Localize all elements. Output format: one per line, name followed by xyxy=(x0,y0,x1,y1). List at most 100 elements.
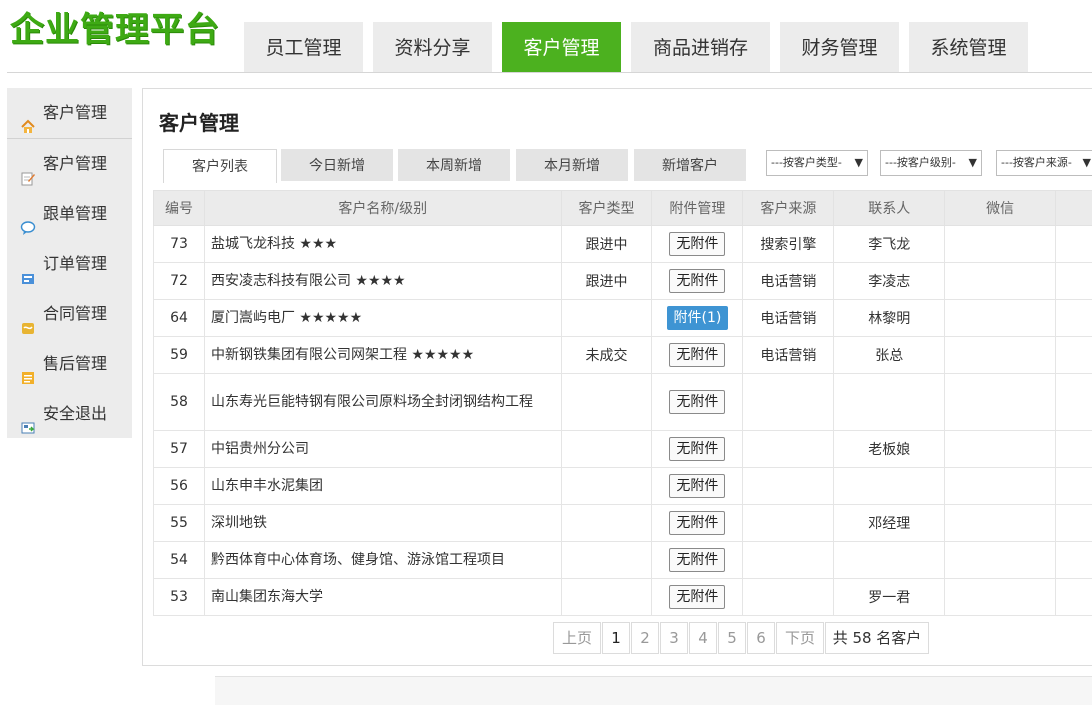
cell-contact: 张总 xyxy=(833,336,946,374)
cell-contact xyxy=(833,373,946,431)
logout-icon xyxy=(20,406,36,434)
sidebar-item-aftersales[interactable]: 售后管理 xyxy=(7,339,132,389)
cell-contact: 罗一君 xyxy=(833,578,946,616)
cell-attach: 无附件 xyxy=(651,225,744,263)
sidebar-item-customer-edit[interactable]: 客户管理 xyxy=(7,139,132,189)
attachment-button[interactable]: 无附件 xyxy=(669,269,726,293)
tab-inventory[interactable]: 商品进销存 xyxy=(631,22,770,72)
cell-attach: 无附件 xyxy=(651,504,744,542)
cell-name: 中新钢铁集团有限公司网架工程 ★★★★★ xyxy=(203,336,562,374)
cell-wechat xyxy=(944,262,1056,300)
table-row: 58 山东寿光巨能特钢有限公司原料场全封闭钢结构工程 无附件 xyxy=(153,373,1092,431)
sidebar-item-contracts[interactable]: 合同管理 xyxy=(7,289,132,339)
tab-today-new[interactable]: 今日新增 xyxy=(281,149,393,181)
attachment-button[interactable]: 无附件 xyxy=(669,343,726,367)
sidebar-item-label: 合同管理 xyxy=(43,304,108,323)
chat-icon xyxy=(20,206,36,235)
tab-customer-list[interactable]: 客户列表 xyxy=(163,149,277,183)
cell-id: 73 xyxy=(153,225,205,263)
attachment-button[interactable]: 无附件 xyxy=(669,390,726,414)
cell-id: 53 xyxy=(153,578,205,616)
tab-month-new[interactable]: 本月新增 xyxy=(516,149,628,181)
cell-type xyxy=(560,467,653,505)
sidebar-item-orders[interactable]: 订单管理 xyxy=(7,239,132,289)
cell-name: 南山集团东海大学 xyxy=(203,578,562,616)
sidebar-item-label: 安全退出 xyxy=(43,404,108,423)
table-row: 57 中铝贵州分公司 无附件 老板娘 xyxy=(153,430,1092,468)
page-button[interactable]: 6 xyxy=(747,622,775,654)
attachment-button[interactable]: 无附件 xyxy=(669,511,726,535)
sidebar: 客户管理 客户管理 跟单管理 订单管理 合同管理 售后管理 安全退出 xyxy=(7,88,132,438)
attachment-button[interactable]: 无附件 xyxy=(669,474,726,498)
column-header[interactable]: 联系人 xyxy=(833,190,946,226)
cell-type xyxy=(560,430,653,468)
sidebar-item-customers[interactable]: 客户管理 xyxy=(7,88,132,139)
page-button[interactable]: 1 xyxy=(602,622,630,654)
cell-source xyxy=(742,541,835,579)
column-header[interactable]: 微信 xyxy=(944,190,1056,226)
cell-contact xyxy=(833,541,946,579)
attachment-button[interactable]: 附件(1) xyxy=(666,306,729,330)
attachment-button[interactable]: 无附件 xyxy=(669,548,726,572)
cell-extra xyxy=(1055,262,1092,300)
cell-attach: 无附件 xyxy=(651,373,744,431)
customer-type-select[interactable]: ---按客户类型- ▼ xyxy=(766,150,868,176)
chevron-down-icon: ▼ xyxy=(968,156,977,169)
cell-extra xyxy=(1055,430,1092,468)
cell-wechat xyxy=(944,467,1056,505)
page-button[interactable]: 4 xyxy=(689,622,717,654)
customer-level-select[interactable]: ---按客户级别- ▼ xyxy=(880,150,982,176)
cell-attach: 附件(1) xyxy=(651,299,744,337)
cell-wechat xyxy=(944,299,1056,337)
sidebar-item-label: 跟单管理 xyxy=(43,204,108,223)
cell-attach: 无附件 xyxy=(651,430,744,468)
cell-type: 未成交 xyxy=(560,336,653,374)
cell-contact: 李凌志 xyxy=(833,262,946,300)
cell-type xyxy=(560,504,653,542)
sidebar-item-label: 客户管理 xyxy=(43,154,108,173)
tab-employee[interactable]: 员工管理 xyxy=(244,22,363,72)
page-button[interactable]: 5 xyxy=(718,622,746,654)
cell-source xyxy=(742,373,835,431)
cell-wechat xyxy=(944,541,1056,579)
sidebar-item-logout[interactable]: 安全退出 xyxy=(7,389,132,439)
column-header[interactable]: 客户类型 xyxy=(560,190,653,226)
cell-name: 中铝贵州分公司 xyxy=(203,430,562,468)
cell-id: 64 xyxy=(153,299,205,337)
attachment-button[interactable]: 无附件 xyxy=(669,585,726,609)
customer-type-value: ---按客户类型- xyxy=(771,156,842,169)
tab-customers[interactable]: 客户管理 xyxy=(502,22,621,72)
cell-source xyxy=(742,578,835,616)
order-icon xyxy=(20,256,36,284)
cell-type xyxy=(560,299,653,337)
page-title: 客户管理 xyxy=(159,111,239,135)
page-button[interactable]: 3 xyxy=(660,622,688,654)
cell-attach: 无附件 xyxy=(651,578,744,616)
attachment-button[interactable]: 无附件 xyxy=(669,232,726,256)
cell-extra xyxy=(1055,504,1092,542)
cell-type xyxy=(560,541,653,579)
tab-week-new[interactable]: 本周新增 xyxy=(398,149,510,181)
cell-name: 山东寿光巨能特钢有限公司原料场全封闭钢结构工程 xyxy=(203,373,562,431)
customer-source-select[interactable]: ---按客户来源- ▼ xyxy=(996,150,1092,176)
sidebar-item-followup[interactable]: 跟单管理 xyxy=(7,189,132,239)
tab-finance[interactable]: 财务管理 xyxy=(780,22,899,72)
cell-attach: 无附件 xyxy=(651,336,744,374)
footer xyxy=(215,677,1092,705)
cell-contact: 老板娘 xyxy=(833,430,946,468)
tab-documents[interactable]: 资料分享 xyxy=(373,22,492,72)
tab-add-customer[interactable]: 新增客户 xyxy=(634,149,746,181)
page-button[interactable]: 2 xyxy=(631,622,659,654)
prev-page-button[interactable]: 上页 xyxy=(553,622,601,654)
cell-attach: 无附件 xyxy=(651,541,744,579)
next-page-button[interactable]: 下页 xyxy=(776,622,824,654)
cell-name: 厦门嵩屿电厂 ★★★★★ xyxy=(203,299,562,337)
attachment-button[interactable]: 无附件 xyxy=(669,437,726,461)
column-header[interactable]: 编号 xyxy=(153,190,205,226)
customer-table: 编号 客户名称/级别 客户类型 附件管理 客户来源 联系人 微信 73 盐城飞龙科… xyxy=(153,190,1092,616)
tab-system[interactable]: 系统管理 xyxy=(909,22,1028,72)
column-header[interactable]: 附件管理 xyxy=(651,190,744,226)
cell-id: 58 xyxy=(153,373,205,431)
column-header[interactable]: 客户名称/级别 xyxy=(203,190,562,226)
column-header[interactable]: 客户来源 xyxy=(742,190,835,226)
